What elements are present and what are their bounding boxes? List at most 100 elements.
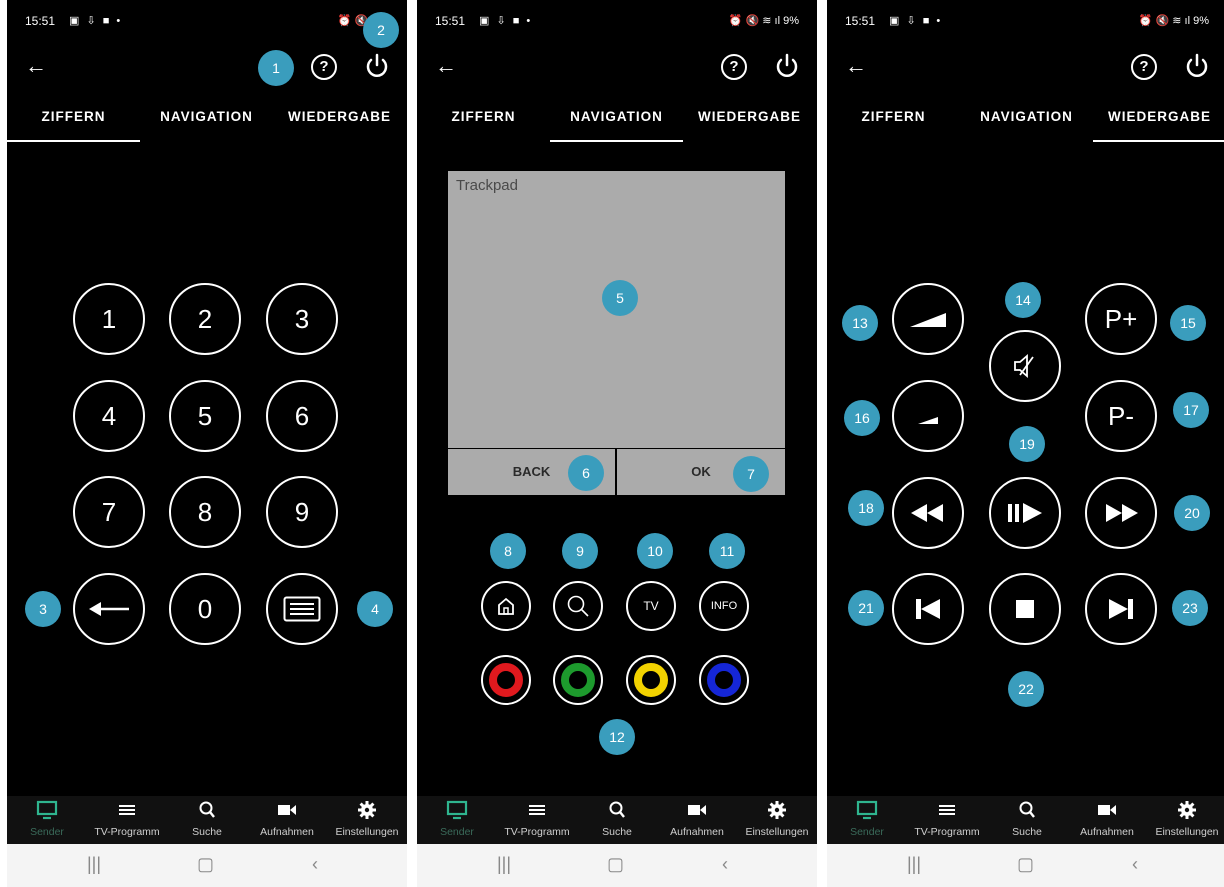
tab-wiedergabe[interactable]: WIEDERGABE bbox=[1093, 104, 1224, 142]
digit-0-button[interactable]: 0 bbox=[169, 573, 241, 645]
power-icon[interactable] bbox=[773, 52, 801, 80]
list-icon bbox=[939, 805, 955, 815]
badge-3: 3 bbox=[25, 591, 61, 627]
status-icons: ▣ ⇩ ■ • bbox=[889, 15, 943, 27]
digit-8-button[interactable]: 8 bbox=[169, 476, 241, 548]
tab-bar: ZIFFERN NAVIGATION WIEDERGABE bbox=[417, 104, 817, 142]
nav-suche[interactable]: Suche bbox=[577, 800, 657, 838]
back-arrow-icon[interactable]: ← bbox=[25, 52, 53, 80]
search-button[interactable] bbox=[553, 581, 603, 631]
nav-sender[interactable]: Sender bbox=[7, 800, 87, 838]
digit-1-button[interactable]: 1 bbox=[73, 283, 145, 355]
tab-navigation[interactable]: NAVIGATION bbox=[960, 104, 1093, 140]
tab-ziffern[interactable]: ZIFFERN bbox=[827, 104, 960, 140]
top-bar: ← ? bbox=[827, 48, 1224, 88]
back-arrow-icon[interactable]: ← bbox=[845, 52, 873, 80]
recent-apps-icon[interactable]: ||| bbox=[907, 854, 921, 875]
channel-down-button[interactable]: P- bbox=[1085, 380, 1157, 452]
rewind-icon bbox=[911, 504, 943, 522]
badge-18: 18 bbox=[848, 490, 884, 526]
digit-5-button[interactable]: 5 bbox=[169, 380, 241, 452]
volume-down-button[interactable] bbox=[892, 380, 964, 452]
nav-tv-programm[interactable]: TV-Programm bbox=[87, 800, 167, 838]
nav-einstellungen[interactable]: Einstellungen bbox=[1147, 800, 1224, 838]
tab-wiedergabe[interactable]: WIEDERGABE bbox=[273, 104, 406, 140]
nav-tv-programm[interactable]: TV-Programm bbox=[497, 800, 577, 838]
power-icon[interactable] bbox=[363, 52, 391, 80]
help-icon[interactable]: ? bbox=[1131, 54, 1157, 80]
rewind-button[interactable] bbox=[892, 477, 964, 549]
digit-3-button[interactable]: 3 bbox=[266, 283, 338, 355]
home-icon bbox=[498, 597, 514, 615]
search-icon bbox=[609, 801, 625, 818]
recent-apps-icon[interactable]: ||| bbox=[87, 854, 101, 875]
green-button[interactable] bbox=[553, 655, 603, 705]
play-pause-button[interactable] bbox=[989, 477, 1061, 549]
back-nav-icon[interactable]: ‹ bbox=[1132, 854, 1138, 875]
recent-apps-icon[interactable]: ||| bbox=[497, 854, 511, 875]
keyboard-button[interactable] bbox=[266, 573, 338, 645]
back-arrow-icon[interactable]: ← bbox=[435, 52, 463, 80]
bottom-nav: Sender TV-Programm Suche Aufnahmen Einst… bbox=[417, 796, 817, 844]
nav-einstellungen[interactable]: Einstellungen bbox=[737, 800, 817, 838]
digit-2-button[interactable]: 2 bbox=[169, 283, 241, 355]
tv-button[interactable]: TV bbox=[626, 581, 676, 631]
green-circle-icon bbox=[561, 663, 595, 697]
badge-5: 5 bbox=[602, 280, 638, 316]
power-icon[interactable] bbox=[1183, 52, 1211, 80]
digit-4-button[interactable]: 4 bbox=[73, 380, 145, 452]
search-icon bbox=[199, 801, 215, 818]
nav-aufnahmen[interactable]: Aufnahmen bbox=[1067, 800, 1147, 838]
nav-sender[interactable]: Sender bbox=[827, 800, 907, 838]
bottom-nav: Sender TV-Programm Suche Aufnahmen Einst… bbox=[7, 796, 407, 844]
nav-suche[interactable]: Suche bbox=[987, 800, 1067, 838]
home-nav-icon[interactable]: ▢ bbox=[197, 854, 214, 875]
digit-6-button[interactable]: 6 bbox=[266, 380, 338, 452]
nav-tv-programm[interactable]: TV-Programm bbox=[907, 800, 987, 838]
nav-aufnahmen[interactable]: Aufnahmen bbox=[657, 800, 737, 838]
nav-einstellungen[interactable]: Einstellungen bbox=[327, 800, 407, 838]
channel-up-button[interactable]: P+ bbox=[1085, 283, 1157, 355]
tab-navigation[interactable]: NAVIGATION bbox=[140, 104, 273, 140]
badge-1: 1 bbox=[258, 50, 294, 86]
help-icon[interactable]: ? bbox=[721, 54, 747, 80]
phone-screen-navigation: 15:51 ▣ ⇩ ■ • ⏰ 🔇 ≋ ıl 9% ← ? ZIFFERN NA… bbox=[417, 0, 817, 887]
badge-20: 20 bbox=[1174, 495, 1210, 531]
nav-aufnahmen[interactable]: Aufnahmen bbox=[247, 800, 327, 838]
volume-down-icon bbox=[918, 417, 938, 424]
status-right-icons: ⏰ 🔇 ≋ ıl 9% bbox=[728, 15, 799, 27]
tab-wiedergabe[interactable]: WIEDERGABE bbox=[683, 104, 816, 140]
badge-16: 16 bbox=[844, 400, 880, 436]
help-icon[interactable]: ? bbox=[311, 54, 337, 80]
stop-button[interactable] bbox=[989, 573, 1061, 645]
tab-ziffern[interactable]: ZIFFERN bbox=[7, 104, 140, 142]
home-nav-icon[interactable]: ▢ bbox=[607, 854, 624, 875]
stop-icon bbox=[1016, 600, 1034, 618]
tab-navigation[interactable]: NAVIGATION bbox=[550, 104, 683, 142]
nav-suche[interactable]: Suche bbox=[167, 800, 247, 838]
back-nav-icon[interactable]: ‹ bbox=[722, 854, 728, 875]
home-nav-icon[interactable]: ▢ bbox=[1017, 854, 1034, 875]
gear-icon bbox=[358, 801, 376, 819]
fast-forward-button[interactable] bbox=[1085, 477, 1157, 549]
mute-button[interactable] bbox=[989, 330, 1061, 402]
blue-button[interactable] bbox=[699, 655, 749, 705]
status-time: 15:51 bbox=[435, 14, 466, 28]
tab-ziffern[interactable]: ZIFFERN bbox=[417, 104, 550, 140]
digit-7-button[interactable]: 7 bbox=[73, 476, 145, 548]
info-button[interactable]: INFO bbox=[699, 581, 749, 631]
nav-sender[interactable]: Sender bbox=[417, 800, 497, 838]
top-bar: ← ? bbox=[7, 48, 407, 88]
yellow-button[interactable] bbox=[626, 655, 676, 705]
status-time: 15:51 bbox=[845, 14, 876, 28]
nav-aufnahmen-label: Aufnahmen bbox=[260, 826, 314, 838]
skip-forward-button[interactable] bbox=[1085, 573, 1157, 645]
home-button[interactable] bbox=[481, 581, 531, 631]
digit-9-button[interactable]: 9 bbox=[266, 476, 338, 548]
red-button[interactable] bbox=[481, 655, 531, 705]
skip-back-button[interactable] bbox=[892, 573, 964, 645]
badge-9: 9 bbox=[562, 533, 598, 569]
backspace-button[interactable] bbox=[73, 573, 145, 645]
volume-up-button[interactable] bbox=[892, 283, 964, 355]
back-nav-icon[interactable]: ‹ bbox=[312, 854, 318, 875]
